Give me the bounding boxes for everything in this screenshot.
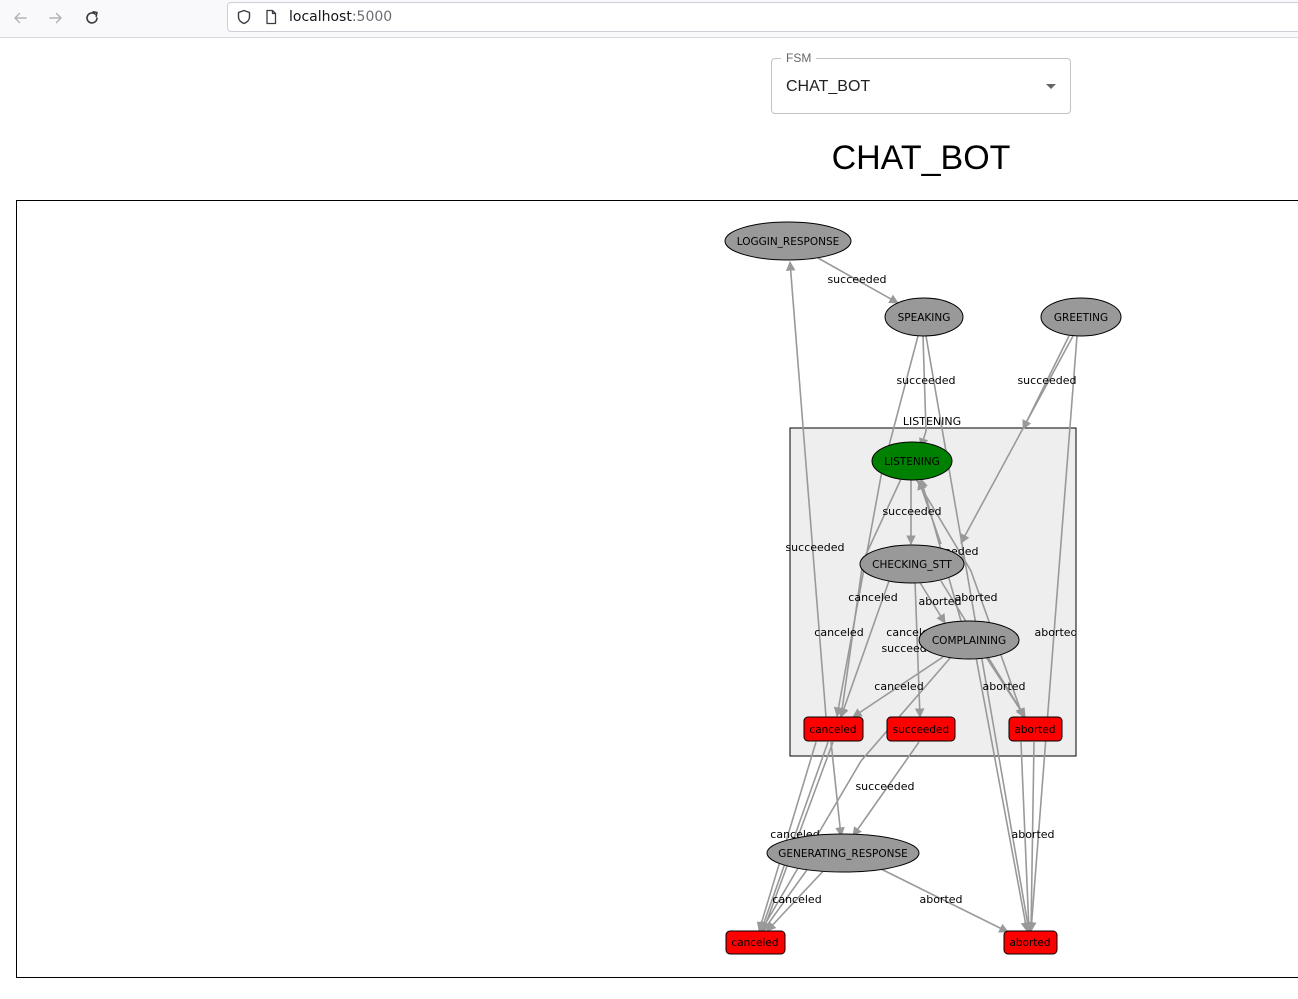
node-greeting[interactable]: GREETING (1040, 297, 1122, 337)
edge-label: canceled (814, 626, 863, 639)
edge-label: succeeded (827, 273, 886, 286)
reload-icon (86, 11, 98, 24)
chevron-down-icon[interactable] (1046, 84, 1056, 89)
node-inner-aborted[interactable]: aborted (1008, 716, 1063, 742)
edge-label: succeeded (882, 505, 941, 518)
node-label: COMPLAINING (932, 635, 1006, 647)
fsm-select-value: CHAT_BOT (786, 78, 871, 95)
edge-label: succeeded (1017, 374, 1076, 387)
back-arrow-icon (14, 12, 27, 24)
fsm-select-label: FSM (781, 51, 817, 65)
edge-label: aborted (982, 680, 1025, 693)
node-label: CHECKING_STT (872, 559, 952, 571)
node-label: canceled (731, 937, 778, 949)
node-label: succeeded (893, 724, 949, 736)
node-label: SPEAKING (898, 312, 951, 324)
node-label: LISTENING (884, 456, 940, 468)
page-title: CHAT_BOT (831, 139, 1011, 177)
edge-label: aborted (919, 893, 962, 906)
edge-label: canceled (874, 680, 923, 693)
node-inner-succeeded[interactable]: succeeded (886, 716, 956, 742)
forward-button[interactable] (43, 6, 69, 30)
node-label: canceled (809, 724, 856, 736)
node-label: GENERATING_RESPONSE (778, 848, 908, 860)
edge-label: aborted (1011, 828, 1054, 841)
edge-label: aborted (1034, 626, 1077, 639)
browser-toolbar: localhost:5000 (0, 0, 1298, 38)
shield-icon[interactable] (236, 9, 252, 25)
edge-label: aborted (954, 591, 997, 604)
url-port: :5000 (351, 9, 393, 25)
fsm-graph: LISTENING succeeded succeeded succeeded … (724, 221, 1122, 955)
fsm-graph-panel: LISTENING succeeded succeeded succeeded … (16, 200, 1298, 978)
node-outer-aborted[interactable]: aborted (1003, 930, 1058, 955)
node-complaining[interactable]: COMPLAINING (918, 620, 1020, 660)
edge-label: succeeded (896, 374, 955, 387)
node-loggin-response[interactable]: LOGGIN_RESPONSE (724, 221, 852, 261)
address-bar[interactable]: localhost:5000 (227, 2, 1298, 32)
edge-label: succeeded (855, 780, 914, 793)
fsm-select[interactable]: FSM CHAT_BOT (771, 51, 1071, 114)
node-inner-canceled[interactable]: canceled (803, 716, 864, 742)
node-label: GREETING (1054, 312, 1108, 324)
url-text[interactable]: localhost:5000 (289, 9, 392, 26)
url-host: localhost (289, 9, 352, 25)
node-checking-stt[interactable]: CHECKING_STT (859, 544, 965, 584)
node-label: LOGGIN_RESPONSE (737, 236, 840, 248)
listening-container-label: LISTENING (903, 415, 961, 428)
forward-arrow-icon (49, 12, 62, 24)
edge-label: succeeded (785, 541, 844, 554)
page-icon[interactable] (263, 9, 279, 25)
node-label: aborted (1014, 724, 1055, 736)
node-outer-canceled[interactable]: canceled (725, 930, 786, 955)
edge-label: canceled (772, 893, 821, 906)
edge-label: canceled (848, 591, 897, 604)
node-label: aborted (1009, 937, 1050, 949)
reload-button[interactable] (79, 6, 105, 30)
node-speaking[interactable]: SPEAKING (884, 297, 964, 337)
back-button[interactable] (7, 6, 33, 30)
node-generating-response[interactable]: GENERATING_RESPONSE (766, 833, 920, 873)
node-listening[interactable]: LISTENING (871, 441, 953, 481)
